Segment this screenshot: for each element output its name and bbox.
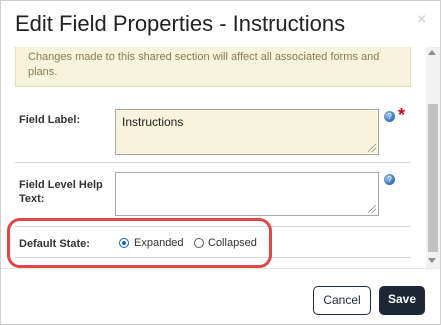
scroll-thumb[interactable]	[428, 104, 438, 252]
help-text-input[interactable]	[115, 172, 379, 216]
help-icon[interactable]: ?	[384, 111, 395, 122]
resize-handle-icon[interactable]	[368, 144, 376, 152]
divider	[15, 162, 411, 163]
footer-divider	[1, 268, 440, 269]
scroll-up-arrow-icon[interactable]	[428, 50, 436, 55]
field-label-label: Field Label:	[19, 114, 81, 126]
edit-field-properties-dialog: Edit Field Properties - Instructions × C…	[0, 0, 441, 325]
field-label-input[interactable]: Instructions	[115, 109, 379, 155]
annotation-highlight	[7, 218, 272, 268]
shared-section-notice: Changes made to this shared section will…	[15, 47, 411, 87]
save-button[interactable]: Save	[379, 286, 425, 315]
resize-handle-icon[interactable]	[368, 205, 376, 213]
field-label-value: Instructions	[122, 115, 184, 129]
close-icon[interactable]: ×	[417, 11, 426, 29]
dialog-title: Edit Field Properties - Instructions	[15, 11, 346, 36]
vertical-scrollbar[interactable]	[426, 47, 440, 268]
help-icon[interactable]: ?	[384, 174, 395, 185]
help-text-label: Field Level Help Text:	[19, 179, 103, 205]
required-asterisk: *	[398, 105, 406, 125]
dialog-header: Edit Field Properties - Instructions ×	[1, 1, 440, 47]
scroll-down-arrow-icon[interactable]	[428, 258, 436, 263]
cancel-button[interactable]: Cancel	[313, 286, 371, 315]
